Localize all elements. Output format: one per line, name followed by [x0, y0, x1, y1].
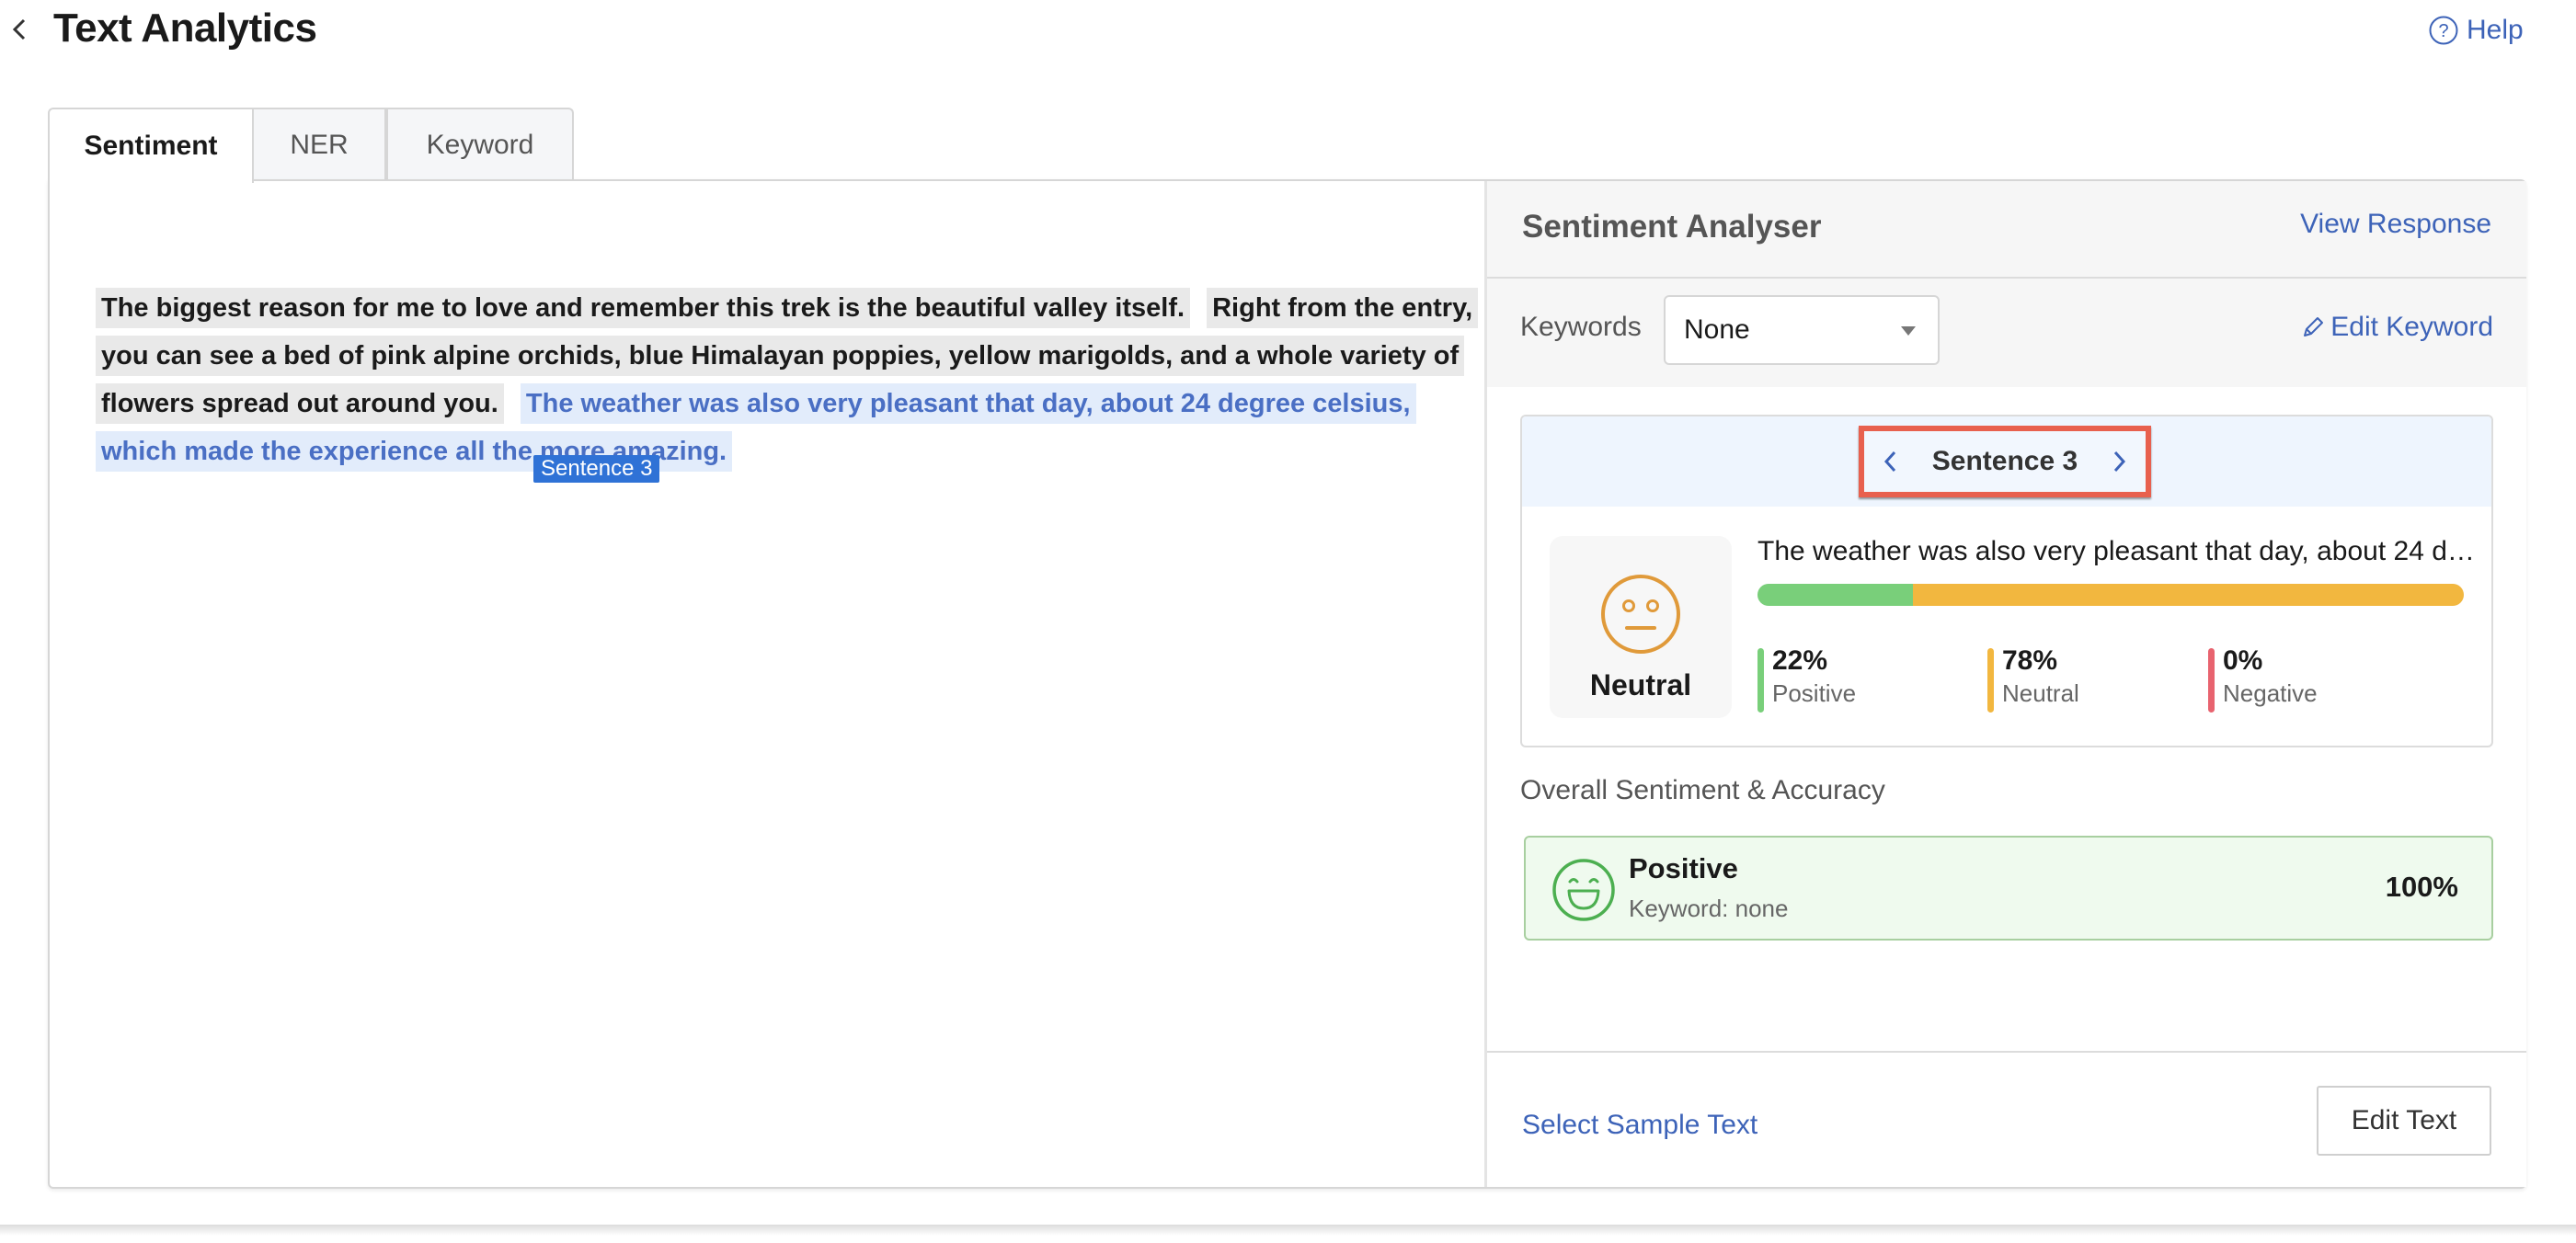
- tab-ner[interactable]: NER: [254, 108, 386, 181]
- overall-sentiment-card: Positive Keyword: none 100%: [1524, 836, 2493, 941]
- main-card: The biggest reason for me to love and re…: [48, 179, 2526, 1189]
- next-sentence-icon[interactable]: [2109, 448, 2129, 475]
- sentence-card-header: Sentence 3: [1522, 416, 2491, 507]
- neutral-face-icon: [1601, 575, 1680, 654]
- edit-keyword-link[interactable]: Edit Keyword: [2301, 312, 2493, 343]
- page-bottom-shadow: [0, 1225, 2576, 1236]
- sentence-nav-label: Sentence 3: [1931, 446, 2078, 476]
- analysed-text: The biggest reason for me to love and re…: [96, 284, 1479, 483]
- grinning-face-icon: [1552, 859, 1615, 921]
- sentiment-score-bar: [1757, 584, 2464, 606]
- sentence-card: Sentence 3 Neutral The weather was also …: [1520, 415, 2493, 747]
- sentence-sentiment-box: Neutral: [1550, 536, 1732, 718]
- sentence-navigator: Sentence 3: [1859, 426, 2151, 497]
- select-sample-text-link[interactable]: Select Sample Text: [1522, 1110, 1757, 1141]
- positive-label: Positive: [1772, 679, 1857, 707]
- neutral-percent: 78%: [2002, 645, 2058, 676]
- score-positive: 22% Positive: [1757, 644, 1856, 714]
- score-bar-neutral: [1912, 584, 2464, 606]
- previous-sentence-icon[interactable]: [1881, 448, 1901, 475]
- positive-percent: 22%: [1772, 645, 1828, 676]
- tab-sentiment[interactable]: Sentiment: [48, 108, 254, 183]
- negative-label: Negative: [2223, 679, 2318, 707]
- score-bar-positive: [1757, 584, 1913, 606]
- sentiment-analyser-panel: Sentiment Analyser View Response Keyword…: [1484, 181, 2526, 1187]
- tab-keyword[interactable]: Keyword: [386, 108, 574, 181]
- overall-section-label: Overall Sentiment & Accuracy: [1520, 775, 1885, 805]
- positive-stripe: [1757, 648, 1764, 713]
- analyser-header: Sentiment Analyser View Response: [1487, 181, 2526, 279]
- negative-stripe: [2208, 648, 2215, 713]
- back-chevron-icon[interactable]: [7, 13, 33, 46]
- svg-text:?: ?: [2438, 21, 2448, 41]
- sentence-snippet: The weather was also very pleasant that …: [1757, 536, 2475, 566]
- neutral-label: Neutral: [2002, 679, 2079, 707]
- neutral-stripe: [1987, 648, 1994, 713]
- score-negative: 0% Negative: [2208, 644, 2318, 714]
- help-link[interactable]: ? Help: [2428, 15, 2524, 46]
- help-label: Help: [2467, 15, 2524, 45]
- edit-text-button[interactable]: Edit Text: [2317, 1086, 2491, 1156]
- tab-bar: Sentiment NER Keyword: [48, 108, 574, 183]
- caret-down-icon: [1901, 326, 1916, 336]
- keywords-row: Keywords None Edit Keyword: [1487, 279, 2526, 387]
- pencil-icon: [2304, 317, 2324, 336]
- keywords-selected-value: None: [1684, 314, 1750, 345]
- question-circle-icon: ?: [2429, 16, 2458, 45]
- view-response-link[interactable]: View Response: [2300, 209, 2491, 240]
- analyser-title: Sentiment Analyser: [1522, 209, 1822, 245]
- score-breakdown: 22% Positive 78% Neutral 0% Negative: [1757, 644, 2475, 714]
- sentence-sentiment-label: Neutral: [1589, 668, 1692, 701]
- sentence-tooltip: Sentence 3: [533, 455, 660, 483]
- negative-percent: 0%: [2223, 645, 2263, 676]
- edit-keyword-label: Edit Keyword: [2330, 312, 2493, 342]
- overall-keyword: Keyword: none: [1629, 895, 1789, 922]
- score-neutral: 78% Neutral: [1987, 644, 2079, 714]
- overall-accuracy: 100%: [2385, 871, 2458, 903]
- page-title: Text Analytics: [53, 6, 317, 51]
- overall-sentiment-value: Positive: [1629, 852, 1738, 884]
- sentence-1[interactable]: The biggest reason for me to love and re…: [96, 288, 1191, 328]
- keywords-label: Keywords: [1520, 312, 1642, 342]
- keywords-select[interactable]: None: [1664, 295, 1940, 365]
- analyser-footer: Select Sample Text Edit Text: [1487, 1051, 2526, 1187]
